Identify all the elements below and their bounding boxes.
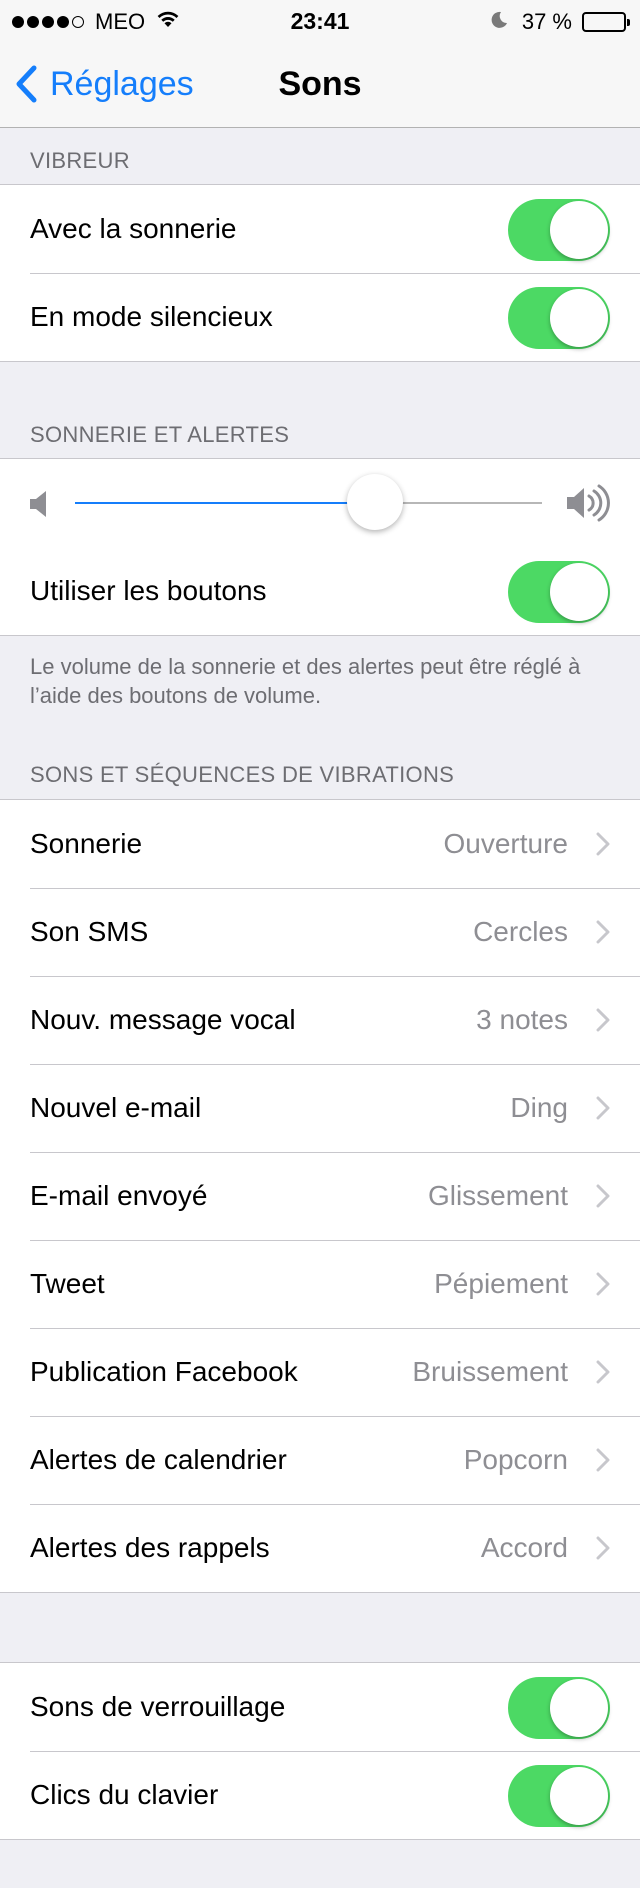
section-header-sons: SONS ET SÉQUENCES DE VIBRATIONS <box>30 762 455 787</box>
row-label: Tweet <box>30 1268 105 1299</box>
chevron-right-icon <box>596 832 610 861</box>
volume-footer-note: Le volume de la sonnerie et des alertes … <box>30 654 581 708</box>
row-sonnerie[interactable]: Sonnerie Ouverture <box>0 800 640 888</box>
battery-percent: 37 % <box>521 9 572 34</box>
row-publication-facebook[interactable]: Publication Facebook Bruissement <box>0 1328 640 1416</box>
row-label: Avec la sonnerie <box>30 213 237 244</box>
row-sons-de-verrouillage: Sons de verrouillage <box>0 1663 640 1751</box>
battery-icon <box>582 12 630 32</box>
navigation-bar: Réglages Sons <box>0 40 640 128</box>
toggle-knob <box>550 289 608 347</box>
chevron-right-icon <box>596 1272 610 1301</box>
row-label: Utiliser les boutons <box>30 575 267 606</box>
toggle-avec-la-sonnerie[interactable] <box>508 199 610 261</box>
row-clics-du-clavier: Clics du clavier <box>0 1751 640 1839</box>
volume-slider-track[interactable] <box>75 474 542 530</box>
back-button-label: Réglages <box>50 64 194 103</box>
row-label: E-mail envoyé <box>30 1180 208 1211</box>
status-bar: MEO 23:41 37 % <box>0 0 640 40</box>
section-header-vibreur: VIBREUR <box>30 148 130 173</box>
autres-sons-group: Sons de verrouillage Clics du clavier <box>0 1662 640 1840</box>
volume-slider-thumb[interactable] <box>347 474 404 530</box>
chevron-right-icon <box>596 1184 610 1213</box>
row-label: Nouvel e-mail <box>30 1092 202 1123</box>
row-label: Publication Facebook <box>30 1356 298 1387</box>
row-tweet[interactable]: Tweet Pépiement <box>0 1240 640 1328</box>
volume-low-icon <box>28 489 50 524</box>
row-alertes-de-calendrier[interactable]: Alertes de calendrier Popcorn <box>0 1416 640 1504</box>
row-nouvel-e-mail[interactable]: Nouvel e-mail Ding <box>0 1064 640 1152</box>
chevron-right-icon <box>596 1448 610 1477</box>
volume-slider-row <box>0 459 640 547</box>
chevron-right-icon <box>596 920 610 949</box>
row-en-mode-silencieux: En mode silencieux <box>0 273 640 361</box>
row-son-sms[interactable]: Son SMS Cercles <box>0 888 640 976</box>
row-alertes-des-rappels[interactable]: Alertes des rappels Accord <box>0 1504 640 1592</box>
chevron-left-icon <box>16 65 37 103</box>
toggle-knob <box>550 1767 608 1825</box>
row-nouv-message-vocal[interactable]: Nouv. message vocal 3 notes <box>0 976 640 1064</box>
row-value: Popcorn <box>463 1444 568 1475</box>
do-not-disturb-moon-icon <box>490 9 508 35</box>
row-label: Alertes de calendrier <box>30 1444 287 1475</box>
row-label: Nouv. message vocal <box>30 1004 296 1035</box>
vibreur-group: Avec la sonnerie En mode silencieux <box>0 184 640 362</box>
chevron-right-icon <box>596 1536 610 1565</box>
row-value: Cercles <box>473 916 568 947</box>
row-label: Clics du clavier <box>30 1779 219 1810</box>
row-value: Ouverture <box>443 828 569 859</box>
row-utiliser-les-boutons: Utiliser les boutons <box>0 547 640 635</box>
section-header-sonnerie: SONNERIE ET ALERTES <box>30 422 290 447</box>
sonnerie-group: Utiliser les boutons <box>0 458 640 636</box>
row-value: Bruissement <box>412 1356 568 1387</box>
chevron-right-icon <box>596 1360 610 1389</box>
toggle-en-mode-silencieux[interactable] <box>508 287 610 349</box>
back-button[interactable]: Réglages <box>14 40 194 128</box>
status-right: 37 % <box>490 9 630 35</box>
row-label: Sons de verrouillage <box>30 1691 286 1722</box>
row-value: Accord <box>480 1532 568 1563</box>
toggle-clics-du-clavier[interactable] <box>508 1765 610 1827</box>
sons-group: Sonnerie Ouverture Son SMS Cercles Nouv.… <box>0 799 640 1593</box>
row-value: Ding <box>510 1092 568 1123</box>
chevron-right-icon <box>596 1008 610 1037</box>
row-label: Son SMS <box>30 916 149 947</box>
row-value: Glissement <box>427 1180 568 1211</box>
chevron-right-icon <box>596 1096 610 1125</box>
toggle-utiliser-les-boutons[interactable] <box>508 561 610 623</box>
volume-slider-fill <box>75 502 376 504</box>
row-value: Pépiement <box>434 1268 568 1299</box>
toggle-knob <box>550 201 608 259</box>
row-label: Alertes des rappels <box>30 1532 270 1563</box>
toggle-knob <box>550 1679 608 1737</box>
toggle-sons-de-verrouillage[interactable] <box>508 1677 610 1739</box>
row-value: 3 notes <box>476 1004 568 1035</box>
row-label: Sonnerie <box>30 828 143 859</box>
row-label: En mode silencieux <box>30 301 273 332</box>
row-e-mail-envoye[interactable]: E-mail envoyé Glissement <box>0 1152 640 1240</box>
volume-high-icon <box>566 482 610 529</box>
row-avec-la-sonnerie: Avec la sonnerie <box>0 185 640 273</box>
toggle-knob <box>550 563 608 621</box>
